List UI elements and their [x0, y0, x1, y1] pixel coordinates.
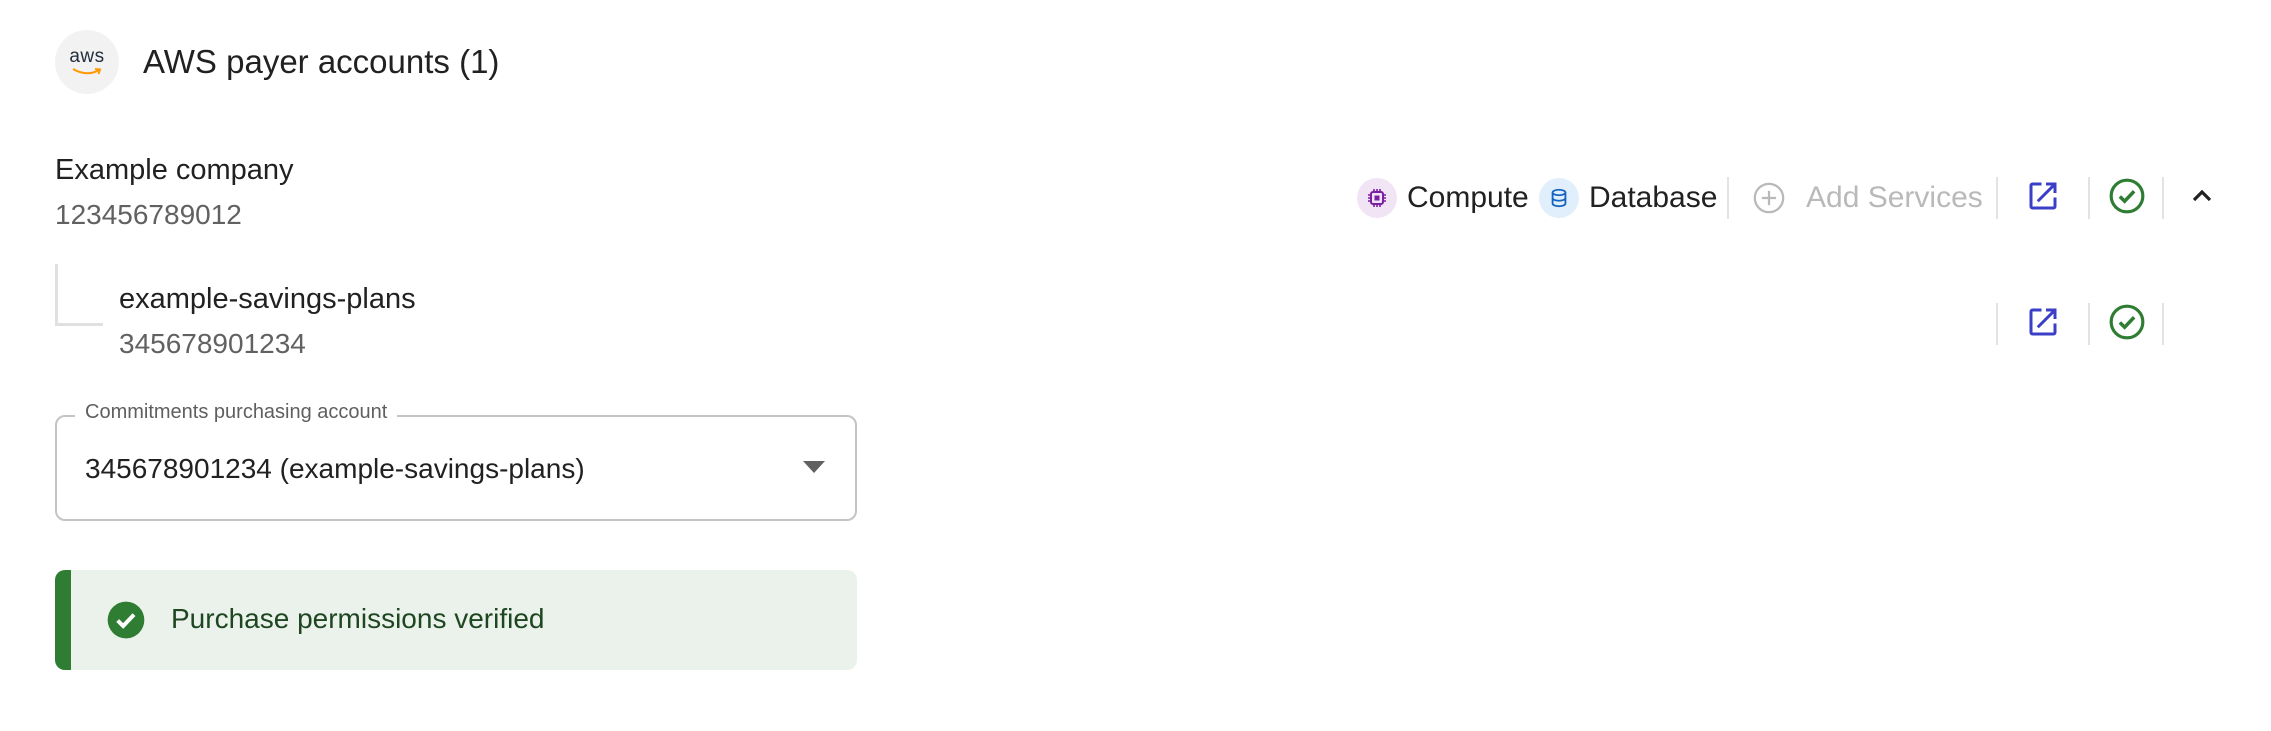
divider: [2162, 303, 2164, 345]
check-circle-icon: [2109, 304, 2145, 340]
aws-logo: aws: [55, 30, 119, 94]
dropdown-arrow-icon: [803, 461, 825, 473]
alert-message: Purchase permissions verified: [171, 603, 545, 634]
divider: [1996, 303, 1998, 345]
divider: [1996, 177, 1998, 219]
payer-account-name: Example company: [55, 154, 294, 186]
aws-logo-text: aws: [69, 46, 105, 67]
service-chip-label: Database: [1589, 181, 1718, 214]
tree-connector: [55, 264, 103, 326]
child-account-name: example-savings-plans: [119, 283, 416, 315]
divider: [2088, 177, 2090, 219]
section-title: AWS payer accounts (1): [143, 43, 500, 80]
divider: [1727, 177, 1729, 219]
open-child-account-button[interactable]: [2021, 300, 2065, 344]
select-label: Commitments purchasing account: [75, 401, 398, 424]
add-services-button[interactable]: Add Services: [1752, 177, 1983, 219]
divider: [2088, 303, 2090, 345]
child-verified-status: [2105, 300, 2149, 344]
commitments-purchasing-account-select[interactable]: Commitments purchasing account 345678901…: [55, 401, 857, 521]
chip-icon: [1357, 178, 1397, 218]
aws-smile-icon: [72, 68, 102, 75]
payer-verified-status: [2105, 174, 2149, 218]
aws-payer-accounts-panel: aws AWS payer accounts (1) Example compa…: [0, 0, 2271, 731]
permissions-verified-alert: Purchase permissions verified: [55, 570, 857, 670]
service-chip-label: Compute: [1407, 181, 1529, 214]
service-chip-compute[interactable]: Compute: [1357, 177, 1529, 219]
check-circle-filled-icon: [107, 601, 145, 639]
chevron-up-icon: [2192, 189, 2212, 202]
open-payer-account-button[interactable]: [2021, 174, 2065, 218]
collapse-button[interactable]: [2180, 174, 2224, 218]
service-chip-database[interactable]: Database: [1539, 177, 1717, 219]
add-circle-icon: [1753, 182, 1785, 214]
external-link-icon: [2029, 182, 2057, 210]
add-services-label: Add Services: [1806, 181, 1983, 214]
child-account-id: 345678901234: [119, 328, 306, 359]
database-icon: [1539, 178, 1579, 218]
alert-accent-bar: [55, 570, 71, 670]
divider: [2162, 177, 2164, 219]
check-circle-icon: [2109, 178, 2145, 214]
external-link-icon: [2029, 308, 2057, 336]
payer-account-id: 123456789012: [55, 199, 242, 230]
select-value: 345678901234 (example-savings-plans): [85, 453, 585, 484]
section-header: aws AWS payer accounts (1): [55, 30, 499, 94]
